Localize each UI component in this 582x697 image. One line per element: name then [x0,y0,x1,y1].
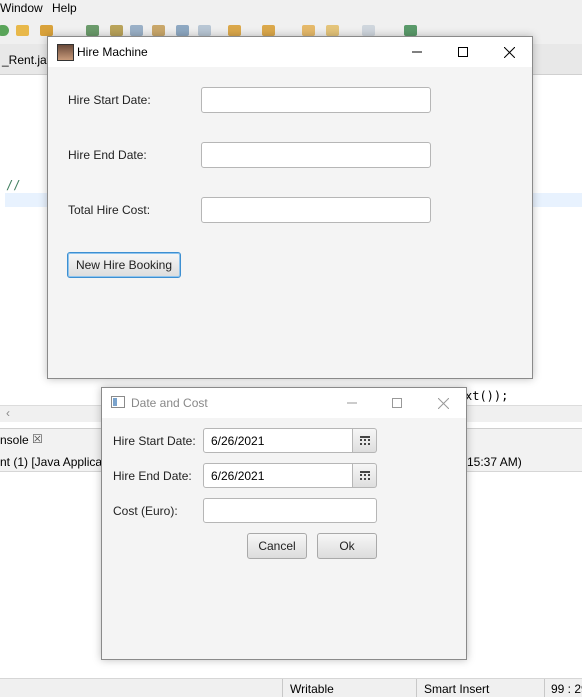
start-date-picker-button[interactable] [353,428,377,453]
new-window-icon[interactable] [404,25,417,36]
hire-end-field[interactable] [201,142,431,168]
cancel-button[interactable]: Cancel [247,533,307,559]
last-edit-icon[interactable] [302,25,315,36]
minimize-button[interactable] [329,388,375,418]
window-app-icon [111,396,125,408]
hire-window-title: Hire Machine [77,45,148,59]
console-close-icon[interactable]: ☒ [32,432,43,446]
maximize-button[interactable] [440,37,486,67]
status-insert-mode: Smart Insert [424,682,490,696]
console-time-info: 15:37 AM) [467,455,522,469]
code-fragment: xt()); [465,389,509,403]
forward-icon[interactable] [362,25,375,36]
minimize-button[interactable] [394,37,440,67]
close-button[interactable] [486,37,532,67]
hire-machine-window: Hire Machine Hire Start Date: Hire End D… [47,36,533,379]
scroll-left-icon[interactable]: ‹ [6,406,10,420]
dialog-start-date-field[interactable]: 6/26/2021 [203,428,353,453]
minimize-icon [347,402,357,404]
total-cost-field[interactable] [201,197,431,223]
prev-annotation-icon[interactable] [262,25,275,36]
hire-start-field[interactable] [201,87,431,113]
next-annotation-icon[interactable] [228,25,241,36]
ok-button[interactable]: Ok [317,533,377,559]
open-folder-icon[interactable] [16,25,29,36]
menu-window[interactable]: Window [0,1,43,15]
minimize-icon [412,51,422,53]
dialog-cost-field[interactable] [203,498,377,523]
wand-icon[interactable] [40,25,53,36]
calendar-icon [359,471,370,480]
code-comment: // [6,178,21,192]
calendar-icon [359,436,370,445]
dialog-end-date-field[interactable]: 6/26/2021 [203,463,353,488]
console-tab-label[interactable]: nsole [0,433,29,447]
status-bar: Writable Smart Insert 99 : 29 [0,678,582,697]
marker-icon[interactable] [110,25,123,36]
debug-icon[interactable] [86,25,99,36]
total-cost-label: Total Hire Cost: [68,203,151,217]
status-writable: Writable [290,682,334,696]
new-hire-booking-button[interactable]: New Hire Booking [67,252,181,278]
task-icon[interactable] [152,25,165,36]
dialog-start-label: Hire Start Date: [113,434,196,448]
maximize-icon [392,398,402,408]
close-button[interactable] [420,388,466,418]
status-divider [544,679,545,697]
back-icon[interactable] [326,25,339,36]
maximize-icon [458,47,468,57]
menu-help[interactable]: Help [52,1,77,15]
status-divider [416,679,417,697]
outline-icon[interactable] [176,25,189,36]
end-date-picker-button[interactable] [353,463,377,488]
dialog-cost-label: Cost (Euro): [113,504,178,518]
ide-menu-bar: Window Help [0,0,582,18]
date-dialog-title: Date and Cost [131,396,208,410]
status-divider [282,679,283,697]
hire-start-label: Hire Start Date: [68,93,151,107]
run-icon[interactable] [0,25,9,36]
app-avatar-icon [57,44,74,61]
maximize-button[interactable] [374,388,420,418]
refactor-icon[interactable] [130,25,143,36]
dialog-end-label: Hire End Date: [113,469,192,483]
status-position: 99 : 29 [551,682,582,696]
close-icon [503,46,515,58]
date-dialog-titlebar[interactable]: Date and Cost [102,388,466,418]
close-icon [437,397,449,409]
date-cost-dialog: Date and Cost Hire Start Date: 6/26/2021… [101,387,467,660]
paragraph-icon[interactable] [198,25,211,36]
console-launch-info: nt (1) [Java Applicati [0,455,109,469]
hire-end-label: Hire End Date: [68,148,147,162]
hire-window-titlebar[interactable]: Hire Machine [48,37,532,67]
